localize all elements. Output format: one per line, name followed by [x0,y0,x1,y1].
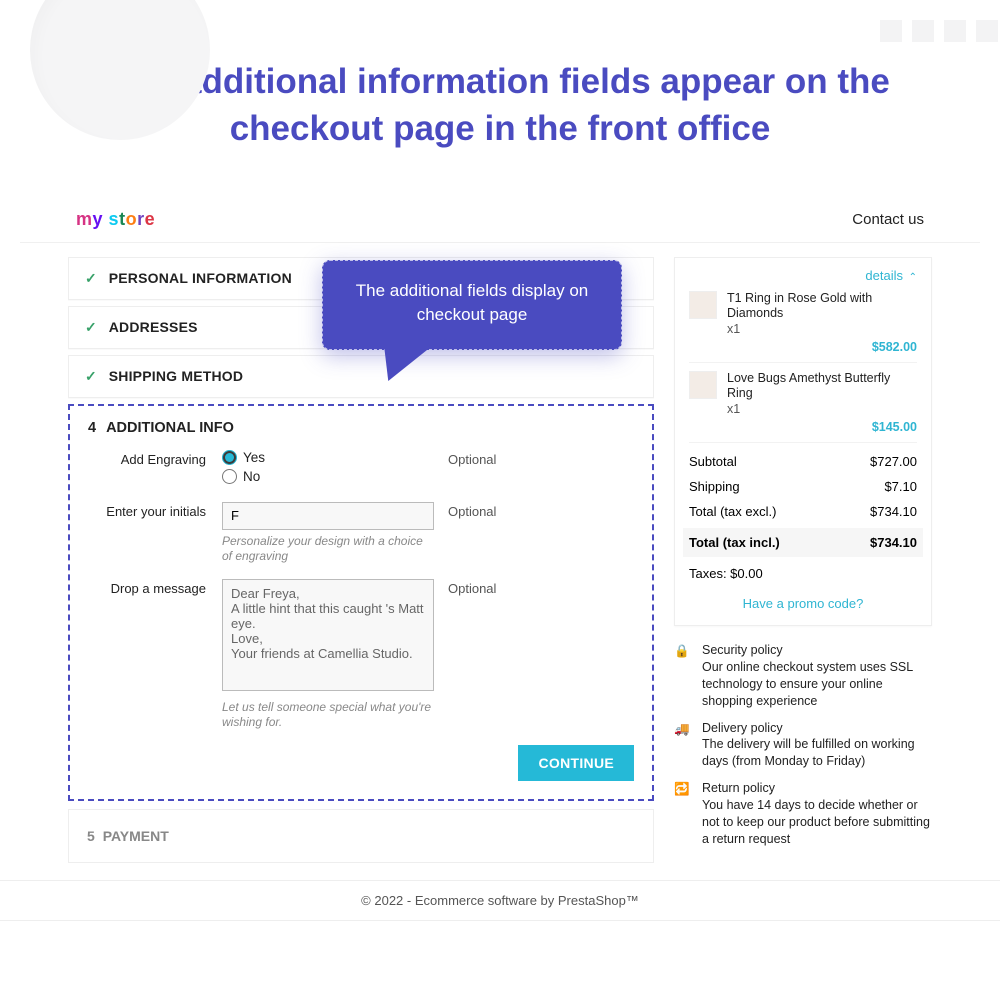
check-icon: ✓ [85,270,97,287]
step-title: PAYMENT [103,828,169,844]
radio-no[interactable]: No [222,469,434,484]
taxes-label: Taxes: $0.00 [689,566,763,581]
field-label: Drop a message [88,579,222,596]
message-textarea[interactable] [222,579,434,691]
step-number: 4 [88,420,96,436]
optional-label: Optional [434,450,534,467]
product-qty: x1 [727,402,917,416]
continue-button[interactable]: CONTINUE [518,745,634,781]
policy-title: Security policy [702,643,783,657]
initials-input[interactable] [222,502,434,530]
check-icon: ✓ [85,319,97,336]
policy-title: Delivery policy [702,721,783,735]
policy-body: You have 14 days to decide whether or no… [702,798,930,846]
field-initials: Enter your initials Personalize your des… [88,502,634,565]
field-label: Enter your initials [88,502,222,519]
callout-bubble: The additional fields display on checkou… [322,260,622,350]
check-icon: ✓ [85,368,97,385]
step-number: 5 [87,828,95,844]
policy-title: Return policy [702,781,775,795]
product-price: $582.00 [727,340,917,354]
field-hint: Personalize your design with a choice of… [222,534,434,565]
policy-body: Our online checkout system uses SSL tech… [702,660,913,708]
truck-icon: 🚚 [674,720,694,771]
lock-icon: 🔒 [674,642,694,710]
optional-label: Optional [434,502,534,519]
product-thumb [689,371,717,399]
product-name: Love Bugs Amethyst Butterfly Ring [727,371,917,402]
total-excl-label: Total (tax excl.) [689,504,776,519]
show-details-toggle[interactable]: details ⌃ [689,268,917,283]
product-name: T1 Ring in Rose Gold with Diamonds [727,291,917,322]
product-thumb [689,291,717,319]
total-excl-value: $734.10 [870,504,917,519]
store-logo[interactable]: my store [76,209,155,230]
field-label: Add Engraving [88,450,222,467]
total-incl-label: Total (tax incl.) [689,535,780,550]
step-title: ADDITIONAL INFO [106,420,234,436]
promo-link[interactable]: Have a promo code? [689,586,917,611]
product-qty: x1 [727,322,917,336]
step-title: SHIPPING METHOD [109,368,243,384]
chevron-up-icon: ⌃ [909,272,917,283]
radio-input[interactable] [222,450,237,465]
footer-copyright: © 2022 - Ecommerce software by PrestaSho… [0,880,1000,921]
field-hint: Let us tell someone special what you're … [222,700,434,731]
contact-link[interactable]: Contact us [852,211,924,228]
step-additional-info: 4 ADDITIONAL INFO Add Engraving Yes No Op… [68,404,654,801]
cart-item: T1 Ring in Rose Gold with Diamonds x1 $5… [689,283,917,363]
step-shipping[interactable]: ✓ SHIPPING METHOD [68,355,654,398]
radio-yes[interactable]: Yes [222,450,434,465]
policy-body: The delivery will be fulfilled on workin… [702,737,915,768]
order-summary: details ⌃ T1 Ring in Rose Gold with Diam… [674,257,932,863]
radio-input[interactable] [222,469,237,484]
shipping-label: Shipping [689,479,740,494]
field-engraving: Add Engraving Yes No Optional [88,450,634,488]
product-price: $145.00 [727,420,917,434]
bg-dots [880,20,1000,42]
shipping-value: $7.10 [884,479,917,494]
totals: Subtotal $727.00 Shipping $7.10 Total (tax… [689,449,917,586]
optional-label: Optional [434,579,534,596]
top-bar: my store Contact us [20,195,980,243]
subtotal-label: Subtotal [689,454,737,469]
swap-icon: 🔁 [674,780,694,848]
step-title: ADDRESSES [109,319,198,335]
step-payment[interactable]: 5 PAYMENT [68,809,654,863]
total-incl-value: $734.10 [870,535,917,550]
step-title: PERSONAL INFORMATION [109,270,292,286]
subtotal-value: $727.00 [870,454,917,469]
cart-item: Love Bugs Amethyst Butterfly Ring x1 $14… [689,363,917,443]
policies: 🔒 Security policy Our online checkout syst… [674,642,932,848]
field-message: Drop a message Let us tell someone speci… [88,579,634,731]
